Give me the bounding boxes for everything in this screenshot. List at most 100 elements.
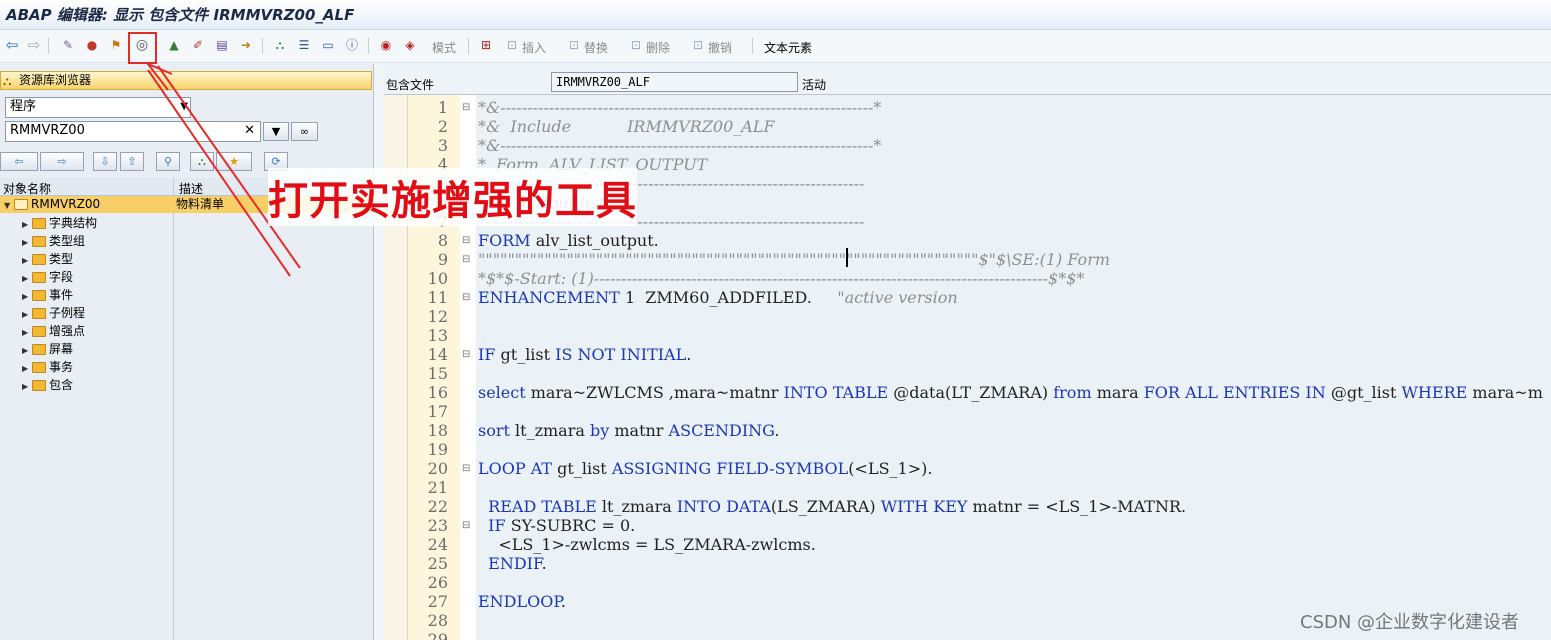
hierarchy-button[interactable]: ⛬ (190, 152, 214, 171)
code-line: *&--------------------------------------… (478, 136, 882, 155)
line-number: 29 (427, 630, 448, 640)
code-line: FORM alv_list_output. (478, 231, 659, 250)
line-number: 16 (427, 383, 448, 402)
tree-item[interactable]: ▶ 字段 (22, 268, 73, 286)
line-number: 11 (427, 288, 448, 307)
code-line: ENDLOOP. (478, 592, 566, 611)
dropdown-button[interactable]: ▼ (263, 122, 289, 141)
line-number: 13 (427, 326, 448, 345)
folder-icon (32, 380, 46, 391)
fold-toggle-icon[interactable]: ⊟ (462, 254, 470, 265)
line-number: 2 (437, 117, 448, 136)
fold-toggle-icon[interactable]: ⊟ (462, 463, 470, 474)
star-icon: ★ (229, 155, 239, 168)
text-elements-button[interactable]: 文本元素 (764, 39, 812, 56)
tree-item-label: 类型 (49, 252, 74, 266)
folder-icon (32, 290, 46, 301)
expand-button[interactable]: ⇩ (93, 152, 117, 171)
object-name-input[interactable]: RMMVRZ00 ✕ (5, 121, 261, 142)
toolbar-separator (262, 38, 263, 54)
delete-button[interactable]: 删除 (646, 39, 670, 56)
browser-header-label: 资源库浏览器 (19, 73, 92, 87)
expanded-triangle-icon: ▼ (4, 201, 11, 210)
tree-item[interactable]: ▶ 包含 (22, 376, 73, 394)
collapse-button[interactable]: ⇧ (120, 152, 144, 171)
tree-item[interactable]: ▶ 类型组 (22, 232, 85, 250)
enhancement-icon[interactable]: ⊞ (478, 37, 494, 53)
binoculars-icon: ⚲ (163, 155, 173, 168)
code-line: READ TABLE lt_zmara INTO DATA(LS_ZMARA) … (488, 497, 1187, 516)
where-used-icon[interactable]: ✐ (190, 37, 206, 53)
display-button[interactable]: ∞ (291, 122, 318, 141)
expand-icon: ⇩ (100, 155, 110, 168)
glasses-icon: ∞ (299, 125, 310, 138)
line-number: 20 (427, 459, 448, 478)
pretty-printer-icon[interactable]: ☰ (296, 37, 312, 53)
check-objects-icon[interactable]: ● (84, 37, 100, 53)
tree-root[interactable]: ▼ RMMVRZ00 (4, 195, 100, 213)
tree-item[interactable]: ▶ 类型 (22, 250, 73, 268)
mode-button[interactable]: 模式 (432, 39, 456, 56)
session-breakpoint-icon[interactable]: ◈ (402, 37, 418, 53)
insert-icon[interactable]: ⊡ (504, 37, 520, 53)
line-number: 18 (427, 421, 448, 440)
line-number: 21 (427, 478, 448, 497)
tree-item[interactable]: ▶ 子例程 (22, 304, 85, 322)
forward-arrow-icon[interactable]: ⇨ (26, 37, 42, 53)
tree-item[interactable]: ▶ 事件 (22, 286, 73, 304)
replace-button[interactable]: 替换 (584, 39, 608, 56)
test-icon[interactable]: ▲ (166, 37, 182, 53)
fold-toggle-icon[interactable]: ⊟ (462, 102, 470, 113)
previous-object-button[interactable]: ⇦ (0, 152, 38, 171)
line-number: 22 (427, 497, 448, 516)
back-arrow-icon[interactable]: ⇦ (4, 37, 20, 53)
tree-item-label: 包含 (49, 378, 74, 392)
clear-icon[interactable]: ✕ (244, 122, 255, 140)
activate-icon[interactable]: ⚑ (108, 37, 124, 53)
tree-item[interactable]: ▶ 事务 (22, 358, 73, 376)
collapsed-triangle-icon[interactable]: ▶ (22, 378, 32, 396)
replace-icon[interactable]: ⊡ (566, 37, 582, 53)
object-list-icon[interactable]: ▤ (214, 37, 230, 53)
include-label: 包含文件 (386, 78, 435, 92)
line-number: 3 (437, 136, 448, 155)
status-label: 活动 (802, 78, 827, 92)
next-object-button[interactable]: ⇨ (40, 152, 84, 171)
window-title: ABAP 编辑器: 显示 包含文件 IRMMVRZ00_ALF (6, 6, 355, 24)
object-type-select[interactable]: 程序 ▼ (5, 97, 191, 118)
navigation-icon[interactable]: ➜ (238, 37, 254, 53)
hierarchy-icon: ⛬ (3, 74, 12, 88)
code-line: ENHANCEMENT 1 ZMM60_ADDFILED. "active ve… (478, 288, 958, 307)
find-button[interactable]: ⚲ (156, 152, 180, 171)
undo-button[interactable]: 撤销 (708, 39, 732, 56)
info-icon[interactable]: ⓘ (344, 37, 360, 53)
tree-item[interactable]: ▶ 屏幕 (22, 340, 73, 358)
tree-item[interactable]: ▶ 字典结构 (22, 214, 97, 232)
annotation-text: 打开实施增强的工具 (268, 168, 637, 226)
tree-item-label: 类型组 (49, 234, 86, 248)
fold-toggle-icon[interactable]: ⊟ (462, 520, 470, 531)
delete-icon[interactable]: ⊡ (628, 37, 644, 53)
include-info-bar: 包含文件 IRMMVRZ00_ALF 活动 (384, 64, 1551, 94)
fold-toggle-icon[interactable]: ⊟ (462, 292, 470, 303)
code-line: sort lt_zmara by matnr ASCENDING. (478, 421, 780, 440)
favorites-button[interactable]: ★ (216, 152, 252, 171)
line-number: 25 (427, 554, 448, 573)
fold-toggle-icon[interactable]: ⊟ (462, 349, 470, 360)
tree-item[interactable]: ▶ 增强点 (22, 322, 85, 340)
chevron-down-icon[interactable]: ▼ (180, 98, 188, 116)
folder-icon (32, 218, 46, 229)
panel-splitter[interactable] (374, 64, 384, 640)
include-name-field: IRMMVRZ00_ALF (551, 72, 798, 92)
refresh-icon: ⟳ (271, 155, 281, 168)
breakpoint-icon[interactable]: ◉ (378, 37, 394, 53)
display-change-icon[interactable]: ✎ (60, 37, 76, 53)
folder-icon (32, 236, 46, 247)
fold-toggle-icon[interactable]: ⊟ (462, 235, 470, 246)
undo-icon[interactable]: ⊡ (690, 37, 706, 53)
window-icon[interactable]: ▭ (320, 37, 336, 53)
hierarchy-icon[interactable]: ⛬ (272, 37, 288, 53)
insert-button[interactable]: 插入 (522, 39, 546, 56)
watermark: CSDN @企业数字化建设者 (1300, 612, 1520, 633)
toolbar-separator (48, 38, 49, 54)
